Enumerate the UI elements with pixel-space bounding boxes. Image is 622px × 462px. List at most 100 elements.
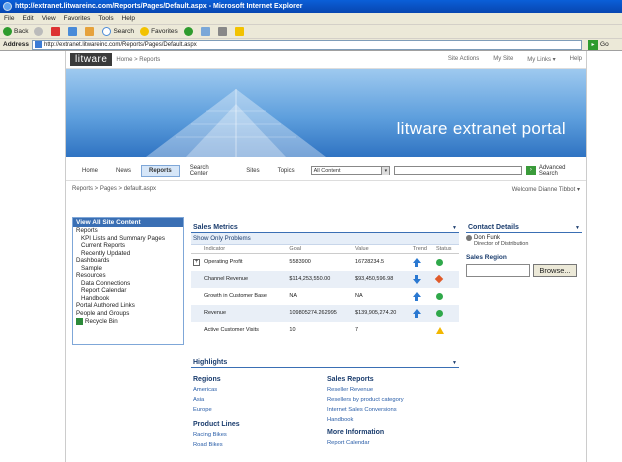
indicator-cell[interactable]: Active Customer Visits [202, 322, 287, 339]
sales-region-input[interactable] [466, 264, 530, 277]
nav-item[interactable]: Data Connections [73, 280, 183, 288]
col-goal: Goal [287, 245, 354, 254]
search-scope-select[interactable]: All Content ▾ [310, 166, 391, 175]
highlight-link[interactable]: Europe [193, 405, 325, 415]
tab-topics[interactable]: Topics [270, 165, 303, 177]
highlight-link[interactable]: Internet Sales Conversions [327, 405, 459, 415]
goal-cell: 109805274.262995 [287, 304, 354, 322]
browse-button[interactable]: Browse... [533, 264, 577, 277]
nav-item[interactable]: KPI Lists and Summary Pages [73, 235, 183, 243]
status-green-icon [435, 309, 443, 317]
highlight-link[interactable]: Resellers by product category [327, 395, 459, 405]
page-breadcrumb[interactable]: Reports > Pages > default.aspx [72, 186, 156, 192]
highlight-link[interactable]: Report Calendar [327, 438, 459, 448]
highlights-column-1: Regions Americas Asia Europe Product Lin… [191, 374, 325, 450]
address-input[interactable]: http://extranet.litwareinc.com/Reports/P… [32, 39, 583, 50]
tab-home[interactable]: Home [74, 165, 106, 177]
search-input[interactable] [394, 166, 522, 175]
site-actions-link[interactable]: Site Actions [448, 56, 479, 63]
table-row: Channel Revenue $114,253,550.00 $93,450,… [191, 270, 459, 288]
forward-icon [34, 27, 44, 36]
highlights-title: Highlights [193, 359, 228, 366]
highlight-link[interactable]: Handbook [327, 415, 459, 425]
home-button[interactable] [85, 27, 96, 36]
advanced-search-link[interactable]: Advanced Search [539, 165, 586, 177]
nav-item[interactable]: People and Groups [73, 310, 183, 318]
welcome-menu[interactable]: Welcome Dianne Tibbot ▾ [512, 186, 580, 193]
value-cell: 7 [355, 327, 359, 333]
recycle-bin-link[interactable]: Recycle Bin [73, 318, 183, 325]
indicator-cell[interactable]: Revenue [202, 304, 288, 322]
menu-tools[interactable]: Tools [98, 15, 113, 22]
highlights-webpart: Highlights ▼ Regions Americas Asia Europ… [191, 358, 459, 450]
nav-item[interactable]: Dashboards [73, 257, 183, 265]
indicator-cell[interactable]: Growth in Customer Base [202, 288, 287, 305]
webpart-menu-icon[interactable]: ▼ [575, 225, 580, 231]
nav-item[interactable]: Sample [73, 265, 183, 273]
expand-icon[interactable]: + [193, 258, 200, 266]
back-button[interactable]: Back [3, 27, 28, 36]
nav-item[interactable]: Current Reports [73, 242, 183, 250]
print-button[interactable] [217, 27, 229, 36]
menu-file[interactable]: File [4, 15, 14, 22]
search-button[interactable]: Search [102, 27, 134, 36]
highlight-link[interactable]: Asia [193, 395, 325, 405]
highlight-link[interactable]: Road Bikes [193, 440, 325, 450]
print-icon [217, 27, 227, 36]
star-icon [140, 27, 150, 36]
media-button[interactable] [183, 27, 195, 36]
view-all-content-link[interactable]: View All Site Content [73, 218, 183, 227]
tab-sites[interactable]: Sites [238, 165, 267, 177]
ie-icon [3, 2, 12, 11]
menu-favorites[interactable]: Favorites [64, 15, 91, 22]
goal-cell: 5583900 [289, 259, 311, 266]
indicator-cell[interactable]: Channel Revenue [202, 270, 288, 288]
status-yellow-icon [435, 326, 444, 334]
menu-help[interactable]: Help [122, 15, 135, 22]
help-link[interactable]: Help [570, 56, 582, 63]
trend-down-icon [412, 274, 421, 284]
tab-search-center[interactable]: Search Center [182, 162, 237, 180]
litware-logo[interactable]: litware [70, 53, 113, 66]
contact-details-title: Contact Details [468, 224, 519, 231]
top-breadcrumb[interactable]: Home > Reports [116, 57, 160, 63]
folder-button[interactable] [234, 27, 246, 36]
architecture-image [146, 89, 326, 157]
menu-bar: File Edit View Favorites Tools Help [0, 13, 622, 24]
show-only-problems-link[interactable]: Show Only Problems [191, 233, 459, 245]
nav-item[interactable]: Resources [73, 272, 183, 280]
top-links: Site Actions My Site My Links ▾ Help [448, 56, 582, 63]
nav-item[interactable]: Report Calendar [73, 287, 183, 295]
highlight-link[interactable]: Racing Bikes [193, 430, 325, 440]
favorites-button[interactable]: Favorites [140, 27, 178, 36]
my-site-link[interactable]: My Site [493, 56, 513, 63]
refresh-button[interactable] [68, 27, 79, 36]
nav-item[interactable]: Portal Authored Links [73, 302, 183, 310]
my-links-menu[interactable]: My Links ▾ [527, 56, 555, 63]
value-cell: 16728234.5 [355, 259, 385, 266]
recycle-bin-icon [76, 318, 83, 325]
nav-item[interactable]: Reports [73, 227, 183, 235]
nav-item[interactable]: Handbook [73, 295, 183, 303]
trend-up-icon [412, 291, 421, 301]
go-button[interactable]: ▸ [588, 39, 599, 50]
webpart-menu-icon[interactable]: ▼ [452, 360, 457, 366]
presence-icon [466, 235, 472, 241]
mail-button[interactable] [200, 27, 212, 36]
highlight-link[interactable]: Americas [193, 385, 325, 395]
stop-button[interactable] [51, 27, 62, 36]
go-label[interactable]: Go [600, 41, 609, 48]
folder-icon [234, 27, 244, 36]
menu-edit[interactable]: Edit [22, 15, 33, 22]
indicator-cell[interactable]: Operating Profit [202, 254, 287, 271]
webpart-menu-icon[interactable]: ▼ [452, 225, 457, 231]
home-icon [85, 27, 95, 36]
search-go-button[interactable]: › [525, 166, 536, 175]
tab-reports[interactable]: Reports [141, 164, 180, 177]
forward-button[interactable] [34, 27, 45, 36]
highlight-link[interactable]: Reseller Revenue [327, 385, 459, 395]
banner-title: litware extranet portal [396, 119, 566, 138]
tab-news[interactable]: News [108, 165, 139, 177]
menu-view[interactable]: View [42, 15, 56, 22]
nav-item[interactable]: Recently Updated [73, 250, 183, 258]
